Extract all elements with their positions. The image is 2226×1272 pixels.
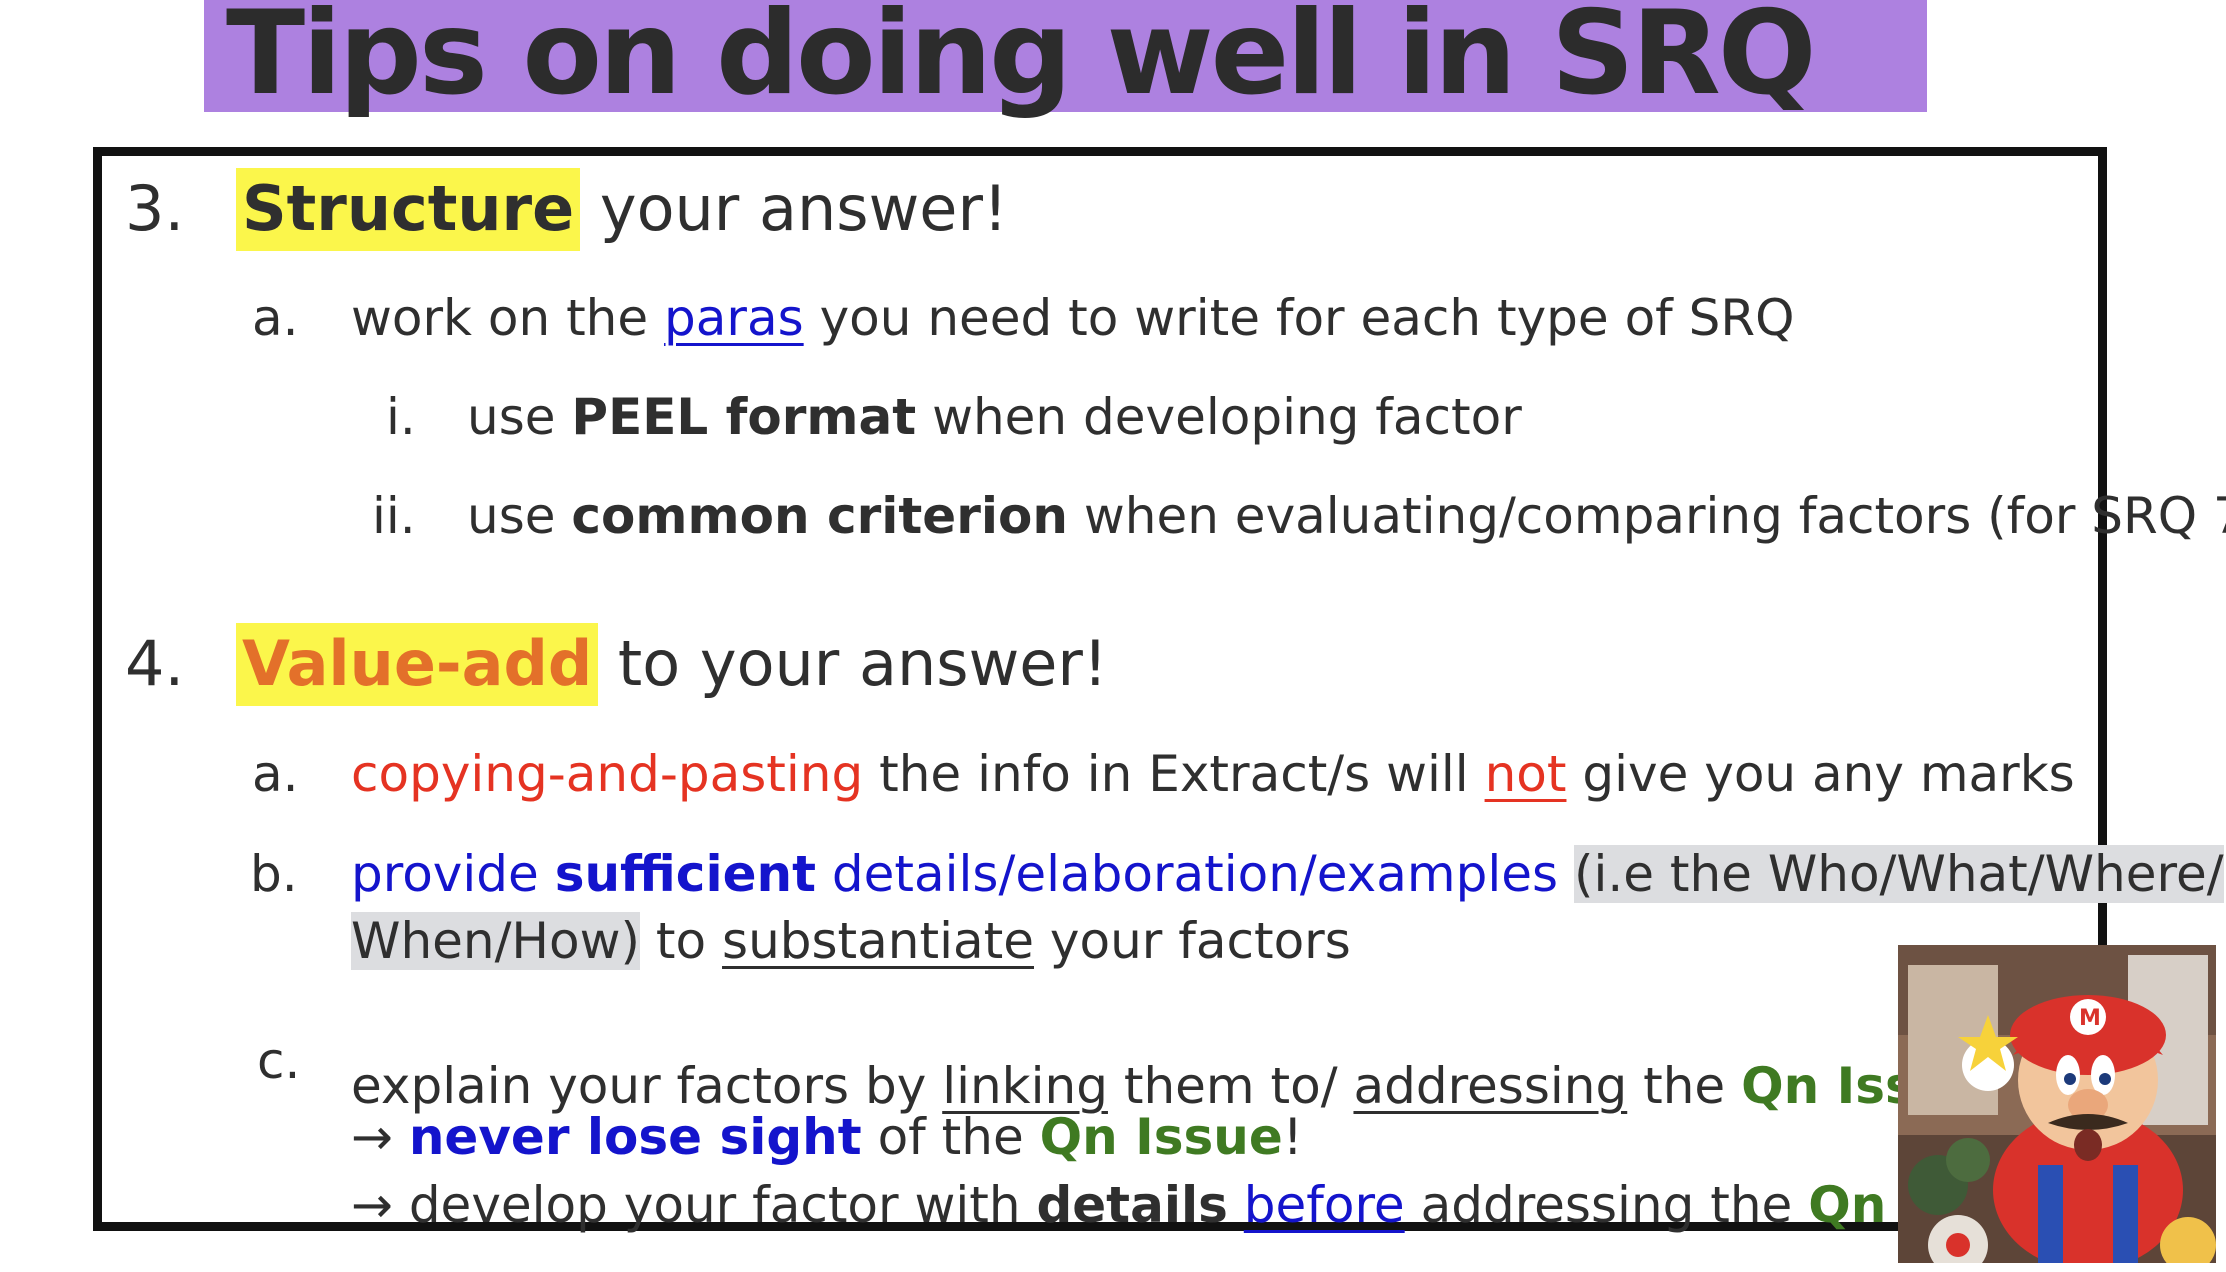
arrow-icon: → bbox=[351, 1108, 393, 1166]
item-text: develop your factor with bbox=[408, 1176, 1021, 1234]
section-4-rest: to your answer! bbox=[617, 627, 1108, 700]
item-text: your factors bbox=[1049, 912, 1351, 970]
item-text: work on the bbox=[351, 289, 649, 347]
peel-format-bold: PEEL format bbox=[571, 388, 917, 446]
item-text: ! bbox=[1282, 1108, 1303, 1166]
section-4-title: Value-add to your answer! bbox=[236, 623, 1108, 706]
arrow-icon: → bbox=[351, 1176, 393, 1234]
item-text: provide bbox=[351, 845, 539, 903]
section-3-heading: 3. bbox=[125, 172, 184, 245]
section-3-item-ii: ii. bbox=[372, 487, 416, 545]
item-marker: ii. bbox=[372, 487, 416, 545]
section-3-rest: your answer! bbox=[599, 172, 1008, 245]
sufficient-bold: sufficient bbox=[554, 845, 816, 903]
section-4-item-c-line3: → develop your factor with details befor… bbox=[351, 1176, 2051, 1234]
section-3-item-ii-text: use common criterion when evaluating/com… bbox=[467, 487, 2226, 545]
section-3-item-i-text: use PEEL format when developing factor bbox=[467, 388, 1522, 446]
item-marker: a. bbox=[252, 289, 299, 347]
item-text: give you any marks bbox=[1582, 745, 2075, 803]
item-text: you need to write for each type of SRQ bbox=[819, 289, 1795, 347]
item-marker: a. bbox=[252, 745, 299, 803]
section-3-item-a: a. bbox=[252, 289, 299, 347]
section-4-item-c: c. bbox=[257, 1032, 300, 1090]
item-text: them to/ bbox=[1123, 1057, 1338, 1115]
when-how-highlight: When/How) bbox=[351, 912, 641, 970]
item-text: when developing factor bbox=[932, 388, 1522, 446]
item-text: addressing the bbox=[1420, 1176, 1793, 1234]
item-text: when evaluating/comparing factors (for S… bbox=[1083, 487, 2226, 545]
details-bold: details bbox=[1036, 1176, 1228, 1234]
item-text: use bbox=[467, 487, 556, 545]
not-emphasis: not bbox=[1484, 745, 1567, 803]
item-marker: b. bbox=[250, 845, 298, 903]
section-3-item-i: i. bbox=[386, 388, 416, 446]
before-link[interactable]: before bbox=[1244, 1176, 1405, 1234]
copying-text: copying-and-pasting bbox=[351, 745, 864, 803]
svg-text:M: M bbox=[2079, 1006, 2101, 1031]
item-text: the bbox=[1643, 1057, 1726, 1115]
section-3-item-a-text: work on the paras you need to write for … bbox=[351, 289, 1795, 347]
never-lose-sight-bold: never lose sight bbox=[408, 1108, 862, 1166]
who-what-highlight: (i.e the Who/What/Where/ bbox=[1573, 845, 2224, 903]
item-text: details/elaboration/examples bbox=[831, 845, 1559, 903]
item-text: explain your factors by bbox=[351, 1057, 927, 1115]
qn-issue: Qn Issue bbox=[1039, 1108, 1283, 1166]
section-3-number: 3. bbox=[125, 172, 185, 245]
item-text: the info in Extract/s will bbox=[879, 745, 1469, 803]
page-title: Tips on doing well in SRQ bbox=[226, 0, 1816, 121]
structure-keyword: Structure bbox=[236, 168, 581, 251]
section-4-item-c-line2: → never lose sight of the Qn Issue! bbox=[351, 1108, 1303, 1166]
paras-link[interactable]: paras bbox=[664, 289, 804, 347]
section-4-number: 4. bbox=[125, 627, 185, 700]
section-4-heading: 4. bbox=[125, 627, 184, 700]
section-4-item-a: a. bbox=[252, 745, 299, 803]
section-3-title: Structure your answer! bbox=[236, 168, 1008, 251]
linking-underline: linking bbox=[942, 1057, 1108, 1115]
common-criterion-bold: common criterion bbox=[571, 487, 1068, 545]
section-4-item-b-line1: provide sufficient details/elaboration/e… bbox=[351, 845, 2224, 903]
section-4-item-b: b. bbox=[250, 845, 298, 903]
section-4-item-b-line2: When/How) to substantiate your factors bbox=[351, 912, 1351, 970]
addressing-underline: addressing bbox=[1353, 1057, 1628, 1115]
substantiate-underline: substantiate bbox=[722, 912, 1034, 970]
mario-character-image: M bbox=[1898, 945, 2216, 1263]
item-text: use bbox=[467, 388, 556, 446]
item-text: to bbox=[655, 912, 707, 970]
item-marker: c. bbox=[257, 1032, 301, 1090]
item-text: of the bbox=[877, 1108, 1024, 1166]
value-add-keyword: Value-add bbox=[236, 623, 599, 706]
item-marker: i. bbox=[386, 388, 416, 446]
section-4-item-a-text: copying-and-pasting the info in Extract/… bbox=[351, 745, 2075, 803]
